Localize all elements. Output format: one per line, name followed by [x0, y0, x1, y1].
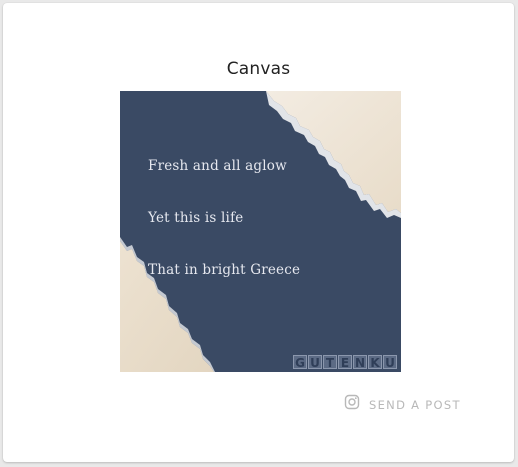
watermark-letter: E: [338, 355, 352, 370]
send-post-label: SEND A POST: [369, 397, 461, 412]
send-post-button[interactable]: SEND A POST: [344, 394, 461, 415]
canvas-image: Fresh and all aglow Yet this is life Tha…: [120, 91, 401, 372]
gutenku-watermark: G U T E N K U: [293, 355, 397, 370]
watermark-letter: U: [308, 355, 322, 370]
torn-paper-background: [120, 91, 401, 372]
instagram-icon: [344, 394, 360, 415]
watermark-letter: T: [323, 355, 337, 370]
poem-line-3: That in bright Greece: [148, 262, 301, 278]
poem-line-2: Yet this is life: [148, 210, 244, 226]
watermark-letter: U: [383, 355, 397, 370]
watermark-letter: G: [293, 355, 307, 370]
card-title: Canvas: [226, 59, 291, 79]
watermark-letter: N: [353, 355, 367, 370]
poem-line-1: Fresh and all aglow: [148, 158, 287, 174]
watermark-letter: K: [368, 355, 382, 370]
